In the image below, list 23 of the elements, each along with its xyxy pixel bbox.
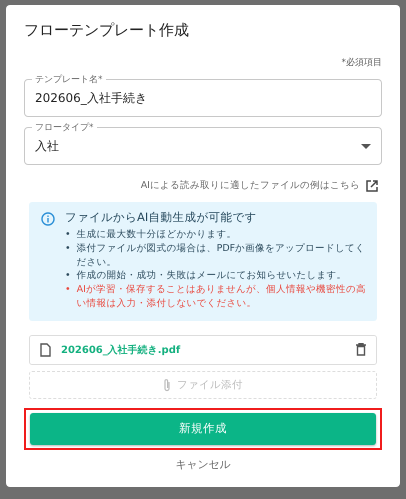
external-link-icon: [366, 180, 378, 192]
required-note: *必須項目: [342, 56, 382, 69]
field-value: 入社: [35, 138, 59, 154]
cancel-button[interactable]: キャンセル: [172, 454, 234, 474]
bullet-mark: •: [65, 242, 71, 256]
trash-icon[interactable]: [356, 343, 366, 356]
file-icon: [40, 342, 51, 357]
info-item: AIが学習・保存することはありませんが、個人情報や機密性の高い情報は入力・添付しないでください。: [76, 283, 367, 311]
dropdown-caret-icon: [361, 144, 371, 148]
bullet-mark: •: [65, 283, 71, 298]
info-title: ファイルからAI自動生成が可能です: [65, 210, 258, 225]
paperclip-icon: [163, 378, 171, 392]
info-icon: [41, 212, 55, 226]
info-item: 生成に最大数十分ほどかかります。: [76, 228, 237, 242]
info-item: 作成の開始・成功・失敗はメールにてお知らせいたします。: [76, 269, 347, 284]
dialog-title: フローテンプレート作成: [24, 21, 190, 40]
info-item: 添付ファイルが図式の場合は、PDFか画像をアップロードしてください。: [76, 242, 366, 270]
bullet-mark: •: [65, 228, 71, 242]
bullet-mark: •: [65, 269, 71, 284]
field-value: 202606_入社手続き: [35, 90, 147, 106]
example-link[interactable]: AIによる読み取りに適したファイルの例はこちら: [140, 179, 360, 192]
field-label: フロータイプ*: [32, 121, 96, 134]
field-label: テンプレート名*: [32, 73, 106, 86]
